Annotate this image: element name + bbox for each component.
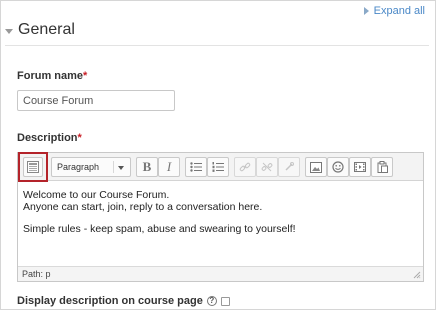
section-title: General xyxy=(18,21,75,38)
display-on-course-page-label: Display description on course page xyxy=(17,295,203,307)
emoticon-icon xyxy=(332,161,344,173)
bullet-list-icon xyxy=(190,162,202,172)
paste-icon xyxy=(377,161,388,173)
link-button[interactable] xyxy=(234,157,256,177)
image-icon xyxy=(310,161,322,173)
unlink-button[interactable] xyxy=(256,157,278,177)
bold-button[interactable]: B xyxy=(136,157,158,177)
select-separator xyxy=(113,161,114,173)
emoticon-button[interactable] xyxy=(327,157,349,177)
highlight-box xyxy=(18,152,48,182)
expand-triangle-icon xyxy=(363,7,369,15)
image-button[interactable] xyxy=(305,157,327,177)
required-mark: * xyxy=(77,132,82,144)
display-on-course-page-row: Display description on course page ? xyxy=(17,295,230,307)
unlink-icon xyxy=(261,162,273,172)
anchor-button[interactable] xyxy=(278,157,300,177)
editor-toolbar: Paragraph B I xyxy=(18,152,423,182)
display-on-course-page-checkbox[interactable] xyxy=(220,296,230,306)
italic-button[interactable]: I xyxy=(158,157,180,177)
content-line: Welcome to our Course Forum. xyxy=(23,189,170,201)
help-icon[interactable]: ? xyxy=(206,296,217,306)
path-text: Path: p xyxy=(22,269,51,279)
format-select[interactable]: Paragraph xyxy=(51,157,131,177)
required-mark: * xyxy=(83,70,88,82)
bullet-list-button[interactable] xyxy=(185,157,207,177)
media-button[interactable] xyxy=(349,157,371,177)
media-icon xyxy=(354,162,366,172)
chevron-down-icon xyxy=(118,166,124,170)
format-select-value: Paragraph xyxy=(57,162,100,172)
expand-all-link[interactable]: Expand all xyxy=(363,5,425,17)
bold-icon: B xyxy=(142,159,152,174)
italic-icon: I xyxy=(166,159,172,174)
description-label-text: Description xyxy=(17,132,78,144)
section-divider xyxy=(5,45,429,46)
collapse-caret-icon xyxy=(5,28,13,34)
link-icon xyxy=(239,162,251,172)
forum-name-input[interactable] xyxy=(17,90,175,111)
resize-grip-icon[interactable] xyxy=(413,271,421,279)
form-panel: Expand all General Forum name* Descripti… xyxy=(0,0,436,310)
description-editor: Paragraph B I Welcome to our Course Foru… xyxy=(17,152,424,282)
expand-all-label: Expand all xyxy=(373,5,425,17)
editor-content-area[interactable]: Welcome to our Course Forum. Anyone can … xyxy=(18,182,423,268)
description-label: Description* xyxy=(17,132,82,144)
content-line: Anyone can start, join, reply to a conve… xyxy=(23,201,263,213)
section-header-general[interactable]: General xyxy=(5,21,75,39)
forum-name-label: Forum name* xyxy=(17,70,87,82)
paste-button[interactable] xyxy=(371,157,393,177)
anchor-icon xyxy=(285,162,294,171)
forum-name-label-text: Forum name xyxy=(17,70,84,82)
editor-path-bar: Path: p xyxy=(18,266,423,281)
numbered-list-icon xyxy=(212,162,224,172)
numbered-list-button[interactable] xyxy=(207,157,229,177)
content-line: Simple rules - keep spam, abuse and swea… xyxy=(23,223,296,235)
